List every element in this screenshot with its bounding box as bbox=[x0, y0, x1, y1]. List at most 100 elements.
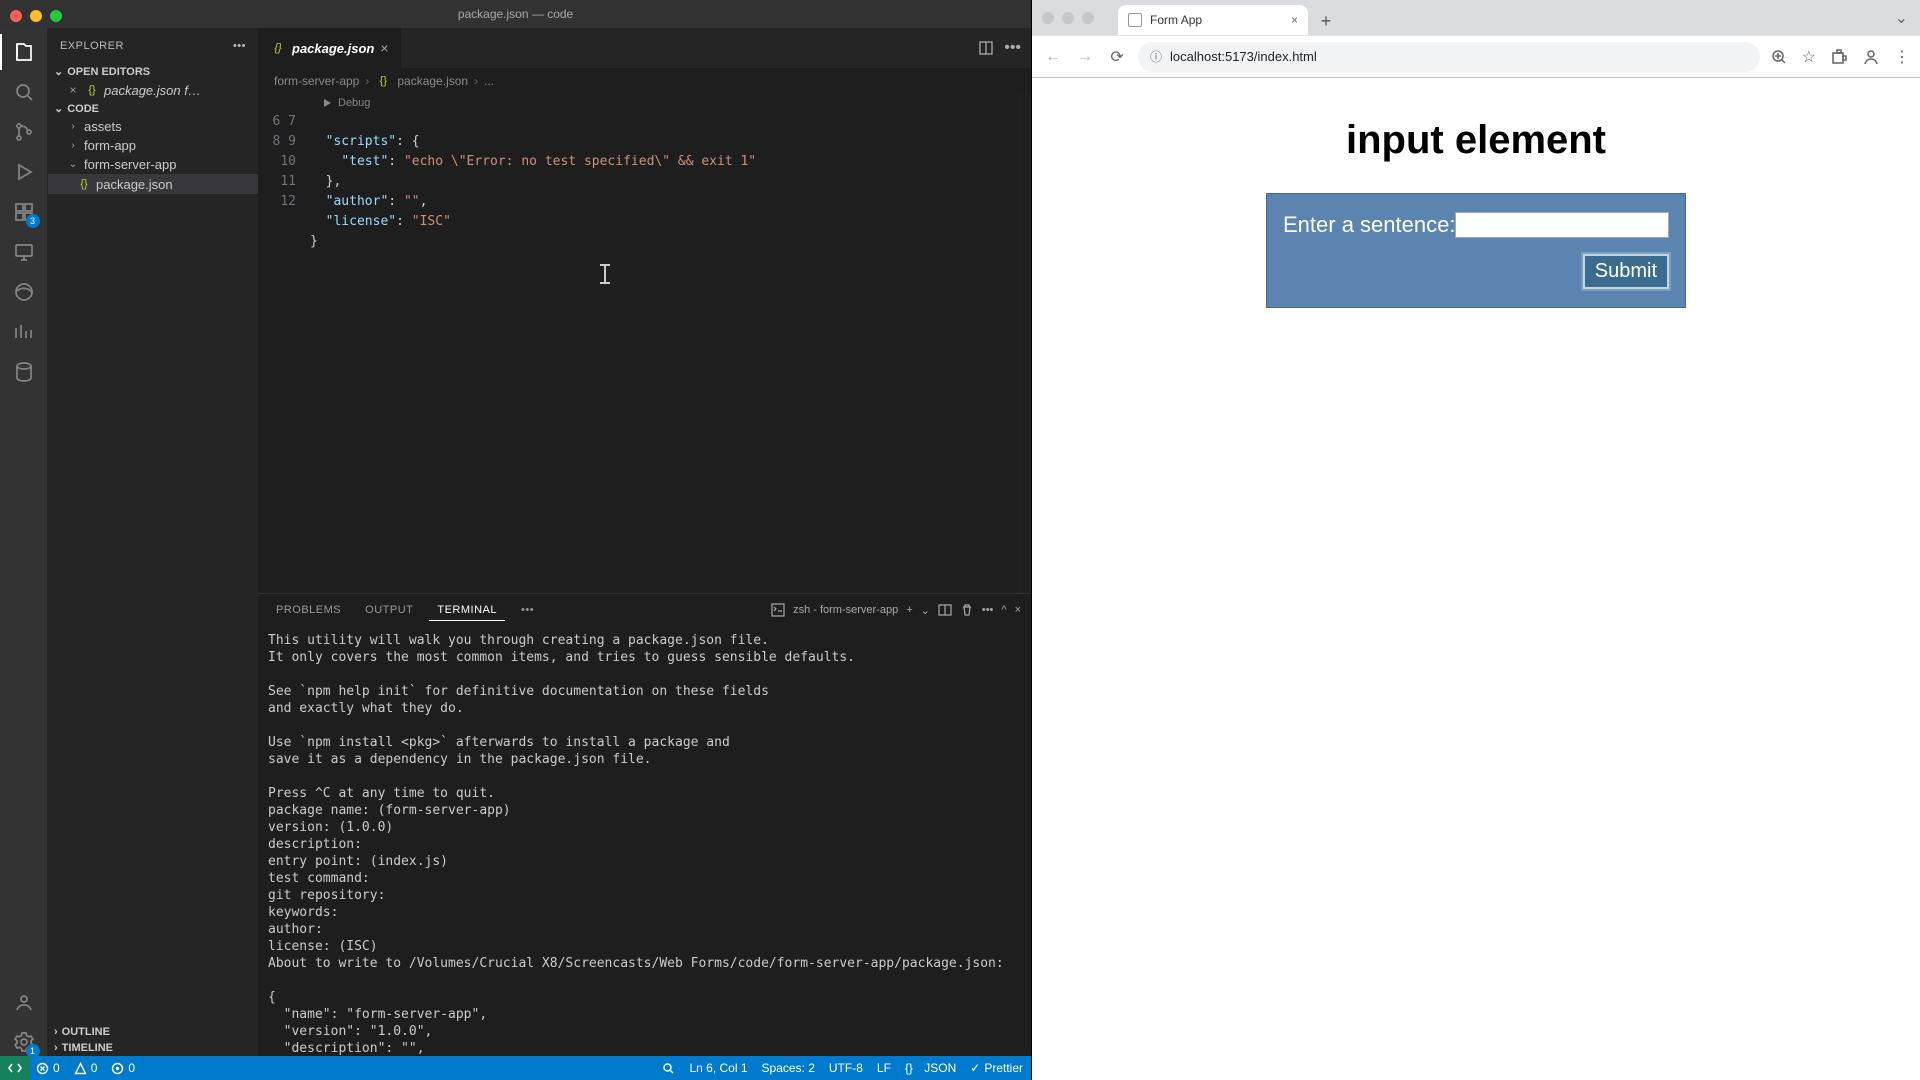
split-terminal-icon[interactable] bbox=[938, 603, 952, 617]
tab-problems[interactable]: PROBLEMS bbox=[268, 600, 349, 620]
status-errors[interactable]: 0 bbox=[36, 1061, 60, 1075]
settings-gear-icon[interactable]: 1 bbox=[10, 1028, 38, 1056]
open-editor-item[interactable]: × {} package.json f… bbox=[48, 80, 258, 100]
edge-icon[interactable] bbox=[10, 278, 38, 306]
window-title: package.json — code bbox=[458, 7, 573, 21]
sentence-form: Enter a sentence: Submit bbox=[1266, 193, 1686, 308]
chevron-down-icon: ⌄ bbox=[54, 102, 63, 115]
open-editors-section[interactable]: ⌄ OPEN EDITORS bbox=[48, 63, 258, 80]
code-section[interactable]: ⌄ CODE bbox=[48, 100, 258, 117]
status-warnings[interactable]: 0 bbox=[74, 1061, 98, 1075]
chevron-down-icon[interactable]: ⌄ bbox=[921, 604, 930, 617]
chevron-right-icon: › bbox=[365, 74, 369, 88]
find-icon[interactable] bbox=[662, 1062, 675, 1075]
menu-icon[interactable]: ⋮ bbox=[1894, 47, 1910, 67]
zoom-window-icon[interactable] bbox=[50, 10, 62, 22]
close-panel-icon[interactable]: × bbox=[1015, 604, 1021, 616]
status-prettier[interactable]: ✓ Prettier bbox=[970, 1061, 1023, 1075]
zoom-window-icon[interactable] bbox=[1082, 12, 1094, 24]
graph-icon[interactable] bbox=[10, 318, 38, 346]
new-tab-button[interactable]: + bbox=[1312, 7, 1340, 35]
favicon-icon bbox=[1128, 13, 1142, 27]
extensions-puzzle-icon[interactable] bbox=[1830, 48, 1848, 66]
tab-label: package.json bbox=[292, 41, 374, 56]
web-page: input element Enter a sentence: Submit bbox=[1032, 78, 1920, 1080]
vscode-window: package.json — code 3 bbox=[0, 0, 1031, 1080]
breadcrumb[interactable]: form-server-app › {} package.json › ... bbox=[258, 68, 1031, 94]
folder-form-server-app[interactable]: ⌄ form-server-app bbox=[48, 155, 258, 174]
profile-avatar-icon[interactable] bbox=[1862, 48, 1880, 66]
remote-explorer-icon[interactable] bbox=[10, 238, 38, 266]
code-content[interactable]: "scripts": { "test": "echo \"Error: no t… bbox=[310, 112, 756, 252]
explorer-icon[interactable] bbox=[10, 38, 38, 66]
explorer-sidebar: EXPLORER ••• ⌄ OPEN EDITORS × {} package… bbox=[48, 28, 258, 1056]
debug-codelens[interactable]: Debug bbox=[258, 94, 1031, 112]
status-lang[interactable]: {} JSON bbox=[905, 1061, 956, 1075]
terminal-shell-icon bbox=[771, 603, 785, 617]
status-eol[interactable]: LF bbox=[877, 1061, 891, 1075]
crumb-file[interactable]: package.json bbox=[397, 74, 468, 88]
maximize-panel-icon[interactable]: ^ bbox=[1001, 604, 1006, 616]
status-cursor[interactable]: Ln 6, Col 1 bbox=[689, 1061, 747, 1075]
kill-terminal-icon[interactable] bbox=[960, 603, 974, 617]
account-icon[interactable] bbox=[10, 988, 38, 1016]
file-package-json[interactable]: {} package.json bbox=[48, 174, 258, 194]
explorer-label: EXPLORER bbox=[60, 40, 124, 52]
outline-section[interactable]: › OUTLINE bbox=[48, 1024, 258, 1040]
sentence-input[interactable] bbox=[1455, 212, 1669, 238]
chevron-right-icon: › bbox=[66, 140, 80, 151]
remote-indicator-icon[interactable] bbox=[0, 1056, 30, 1080]
close-icon[interactable]: × bbox=[66, 83, 80, 97]
run-debug-icon[interactable] bbox=[10, 158, 38, 186]
reload-icon[interactable]: ⟳ bbox=[1106, 47, 1128, 67]
timeline-section[interactable]: › TIMELINE bbox=[48, 1040, 258, 1056]
crumb-tail[interactable]: ... bbox=[484, 74, 494, 88]
tab-output[interactable]: OUTPUT bbox=[357, 600, 421, 620]
bookmark-star-icon[interactable]: ☆ bbox=[1802, 47, 1816, 67]
more-icon[interactable]: ••• bbox=[1004, 39, 1021, 57]
terminal-output[interactable]: This utility will walk you through creat… bbox=[258, 626, 1031, 1056]
more-icon[interactable]: ••• bbox=[233, 40, 246, 52]
more-icon[interactable]: ••• bbox=[982, 604, 994, 616]
minimize-window-icon[interactable] bbox=[1062, 12, 1074, 24]
vscode-body: 3 1 EXPLO bbox=[0, 28, 1031, 1056]
titlebar: package.json — code bbox=[0, 0, 1031, 28]
chevron-down-icon[interactable]: ⌄ bbox=[1895, 8, 1908, 28]
search-icon[interactable] bbox=[10, 78, 38, 106]
chevron-right-icon: › bbox=[474, 74, 478, 88]
tab-package-json[interactable]: {} package.json × bbox=[258, 28, 402, 68]
new-terminal-icon[interactable]: + bbox=[906, 604, 912, 616]
close-tab-icon[interactable]: × bbox=[1291, 13, 1298, 27]
close-window-icon[interactable] bbox=[10, 10, 22, 22]
code-editor[interactable]: Debug 6 7 8 9 10 11 12 "scripts": { "tes… bbox=[258, 94, 1031, 593]
source-control-icon[interactable] bbox=[10, 118, 38, 146]
submit-button[interactable]: Submit bbox=[1583, 254, 1669, 289]
terminal-shell-label[interactable]: zsh - form-server-app bbox=[793, 604, 898, 616]
status-encoding[interactable]: UTF-8 bbox=[829, 1061, 863, 1075]
close-window-icon[interactable] bbox=[1042, 12, 1054, 24]
tab-more-icon[interactable]: ••• bbox=[513, 600, 542, 620]
close-icon[interactable]: × bbox=[380, 40, 388, 56]
folder-assets[interactable]: › assets bbox=[48, 117, 258, 136]
extensions-icon[interactable]: 3 bbox=[10, 198, 38, 226]
browser-tab-strip: Form App × + ⌄ bbox=[1032, 0, 1920, 35]
tab-terminal[interactable]: TERMINAL bbox=[429, 600, 505, 621]
folder-form-app[interactable]: › form-app bbox=[48, 136, 258, 155]
back-icon[interactable]: ← bbox=[1042, 48, 1064, 66]
split-editor-icon[interactable] bbox=[978, 40, 994, 56]
address-bar[interactable]: ⓘ localhost:5173/index.html bbox=[1138, 42, 1760, 72]
browser-tab[interactable]: Form App × bbox=[1118, 5, 1308, 35]
minimize-window-icon[interactable] bbox=[30, 10, 42, 22]
bottom-panel: PROBLEMS OUTPUT TERMINAL ••• zsh - form-… bbox=[258, 593, 1031, 1056]
site-info-icon[interactable]: ⓘ bbox=[1150, 48, 1162, 65]
database-icon[interactable] bbox=[10, 358, 38, 386]
json-file-icon: {} bbox=[84, 82, 100, 98]
zoom-icon[interactable] bbox=[1770, 48, 1788, 66]
forward-icon[interactable]: → bbox=[1074, 48, 1096, 66]
browser-chrome: Form App × + ⌄ ← → ⟳ ⓘ localhost:5173/in… bbox=[1032, 0, 1920, 78]
status-indent[interactable]: Spaces: 2 bbox=[762, 1061, 815, 1075]
panel-tabs: PROBLEMS OUTPUT TERMINAL ••• zsh - form-… bbox=[258, 594, 1031, 626]
minimap[interactable] bbox=[1017, 94, 1031, 593]
status-ports[interactable]: 0 bbox=[111, 1061, 135, 1075]
crumb-root[interactable]: form-server-app bbox=[274, 74, 359, 88]
